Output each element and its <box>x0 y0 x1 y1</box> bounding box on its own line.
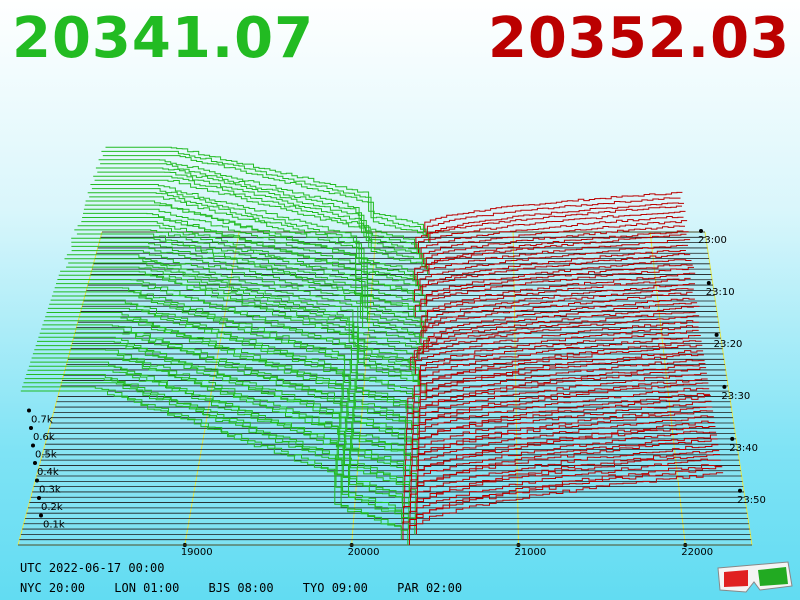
time-tick-label: 23:30 <box>721 391 750 402</box>
depth-tick-label: 0.1k <box>43 520 65 531</box>
time-tick-label: 23:20 <box>714 339 743 350</box>
time-tick-mark <box>722 384 727 389</box>
time-tick-label: 23:50 <box>737 495 766 506</box>
x-tick-label: 22000 <box>681 547 713 558</box>
depth-tick-label: 0.3k <box>39 485 61 496</box>
depth-tick-mark <box>37 496 41 500</box>
depth-chart: 19000 20000 21000 22000 0.1k 0.2k 0.3k 0.4k 0.5k… <box>17 146 766 558</box>
ask-depth-line <box>426 197 681 238</box>
depth-tick-mark <box>29 426 33 430</box>
depth-tick-mark <box>27 408 31 413</box>
depth-tick-mark <box>33 461 37 465</box>
depth-tick-label: 0.7k <box>31 415 53 426</box>
time-tick-mark <box>738 488 743 493</box>
depth-tick-mark <box>31 443 35 448</box>
depth-tick-label: 0.5k <box>35 450 57 461</box>
timezone-bjs: BJS 08:00 <box>208 581 274 595</box>
depth-tick-label: 0.2k <box>41 502 63 513</box>
time-tick-label: 23:10 <box>706 287 735 298</box>
time-tick-mark <box>706 280 711 285</box>
timezone-nyc: NYC 20:00 <box>20 581 86 595</box>
utc-time: UTC 2022-06-17 00:00 <box>20 561 165 575</box>
timezone-tyo: TYO 09:00 <box>302 581 368 595</box>
time-tick-label: 23:00 <box>698 235 727 246</box>
3d-glasses-icon[interactable] <box>714 560 796 594</box>
time-tick-label: 23:40 <box>729 443 758 454</box>
x-tick-label: 20000 <box>348 547 380 558</box>
time-tick-mark <box>730 436 735 441</box>
timezone-row: NYC 20:00 LON 01:00 BJS 08:00 TYO 09:00 … <box>20 581 484 595</box>
depth-tick-label: 0.4k <box>37 467 59 478</box>
depth-tick-mark <box>35 478 39 483</box>
time-tick-mark <box>714 332 719 337</box>
time-tick-mark <box>699 229 703 233</box>
x-tick-label: 19000 <box>181 547 213 558</box>
x-tick-label: 21000 <box>514 547 546 558</box>
timezone-par: PAR 02:00 <box>397 581 463 595</box>
depth-tick-label: 0.6k <box>33 432 55 443</box>
timezone-lon: LON 01:00 <box>114 581 180 595</box>
depth-tick-mark <box>39 513 43 518</box>
